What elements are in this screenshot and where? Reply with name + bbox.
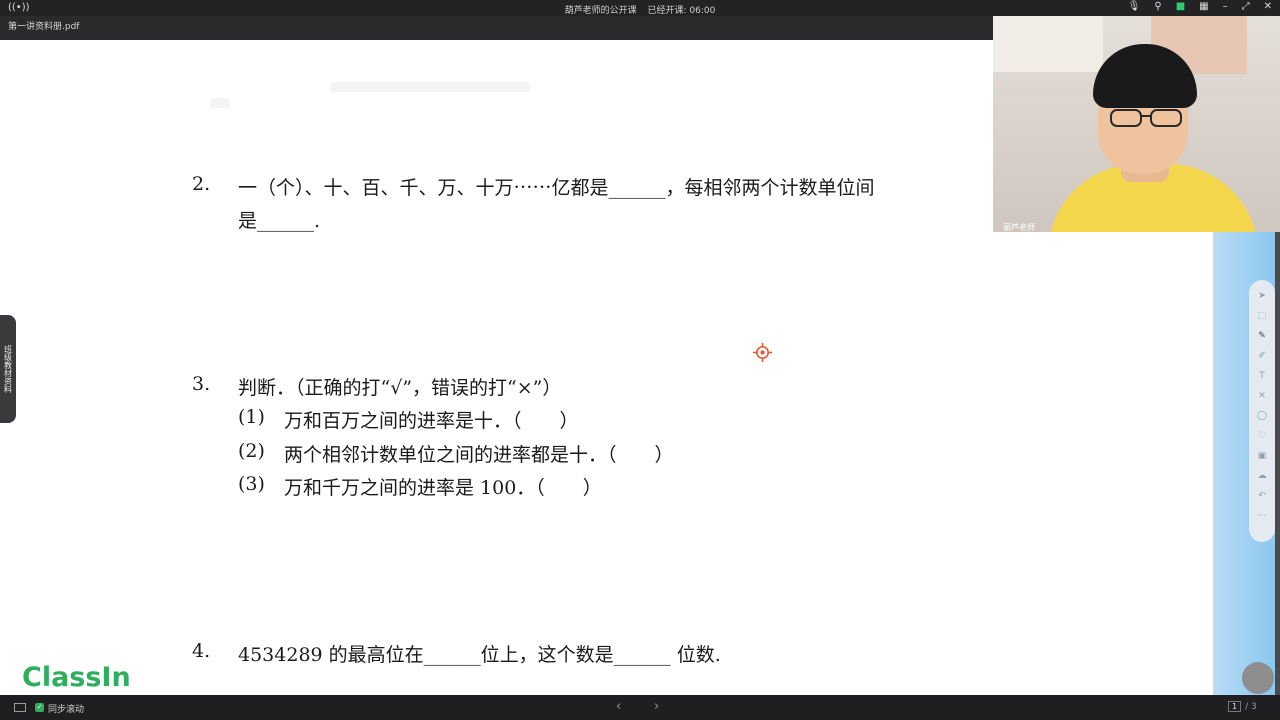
title-center: 葫芦老师的公开课 已经开课: 06:00 <box>0 3 1280 16</box>
image-icon[interactable]: ▣ <box>1254 448 1270 464</box>
q2-line2: 是______. <box>238 210 321 232</box>
whiteboard-toolbar: ➤ ⬚ ✎ ✐ T ✕ ◯ ♡ ▣ ☁ ↶ ⋯ <box>1249 280 1275 542</box>
clear-icon[interactable]: ☁ <box>1254 468 1270 484</box>
q3-number: 3. <box>192 373 211 395</box>
materials-drawer-tab[interactable]: 班级教材资料 <box>0 315 16 423</box>
floating-action-button[interactable] <box>1242 662 1274 694</box>
close-icon[interactable]: ✕ <box>1264 1 1272 12</box>
tab-file[interactable]: 第一讲资料册.pdf <box>8 19 79 32</box>
q3-item-text: 万和百万之间的进率是十．（ ） <box>284 410 579 432</box>
stamp-icon[interactable]: ♡ <box>1254 428 1270 444</box>
q4-number: 4. <box>192 640 211 662</box>
wall-poster <box>993 16 1103 72</box>
eraser-icon[interactable]: ✕ <box>1254 388 1270 404</box>
grid-view-icon[interactable]: ▦ <box>1199 1 1208 12</box>
select-icon[interactable]: ⬚ <box>1254 308 1270 324</box>
q2-line1: 一（个）、十、百、千、万、十万⋯⋯亿都是______，每相邻两个计数单位间 <box>238 177 875 199</box>
q3-item-label: (3) <box>238 473 265 495</box>
faded-mark <box>210 98 230 108</box>
pen-icon[interactable]: ✎ <box>1254 328 1270 344</box>
scrollbar-edge <box>1275 232 1280 695</box>
prev-page-button[interactable]: ‹ <box>616 699 621 714</box>
next-page-button[interactable]: › <box>654 699 659 714</box>
fullscreen-icon[interactable]: ⤢ <box>1242 1 1250 12</box>
q3-item-label: (1) <box>238 406 265 428</box>
classin-logo: ClassIn <box>22 662 131 693</box>
q2-number: 2. <box>192 173 211 195</box>
q3-item-text: 万和千万之间的进率是 100．（ ） <box>284 477 602 499</box>
current-page-input[interactable]: 1 <box>1228 701 1242 712</box>
teacher-video[interactable]: 葫芦老师 <box>993 16 1280 232</box>
document-tab-bar: 第一讲资料册.pdf <box>0 16 993 40</box>
thumbnail-view-icon[interactable] <box>14 703 26 712</box>
page-indicator: 1 / 3 <box>1228 701 1257 712</box>
glasses-icon <box>1110 109 1182 127</box>
shape-icon[interactable]: ◯ <box>1254 408 1270 424</box>
target-pointer-icon <box>753 343 772 362</box>
title-bar: ((•)) 葫芦老师的公开课 已经开课: 06:00 🎙 ⚲ ■ ▦ – ⤢ ✕ <box>0 0 1280 16</box>
headset-icon[interactable]: ⚲ <box>1154 1 1161 12</box>
minimize-icon[interactable]: – <box>1223 1 1228 12</box>
total-pages: / 3 <box>1245 701 1257 712</box>
sync-scroll-checkbox[interactable]: ✓ <box>35 703 44 712</box>
highlighter-icon[interactable]: ✐ <box>1254 348 1270 364</box>
microphone-icon[interactable]: 🎙 <box>1128 1 1141 12</box>
sync-scroll-label: 同步滚动 <box>48 705 85 715</box>
camera-icon[interactable]: ■ <box>1176 1 1185 12</box>
q3-item-label: (2) <box>238 440 265 462</box>
more-icon[interactable]: ⋯ <box>1254 508 1270 524</box>
drawer-label: 班级教材资料 <box>3 345 13 393</box>
elapsed-time: 已经开课: 06:00 <box>647 6 716 16</box>
undo-icon[interactable]: ↶ <box>1254 488 1270 504</box>
text-icon[interactable]: T <box>1254 368 1270 384</box>
pointer-icon[interactable]: ➤ <box>1254 288 1270 304</box>
q4-text: 4534289 的最高位在______位上，这个数是______ 位数. <box>238 644 721 666</box>
titlebar-controls: 🎙 ⚲ ■ ▦ – ⤢ ✕ <box>1128 1 1272 12</box>
faded-line <box>330 82 530 92</box>
q3-title: 判断．（正确的打“√”，错误的打“×”） <box>238 377 562 399</box>
meeting-title: 葫芦老师的公开课 <box>564 6 637 16</box>
bottom-bar: ✓ 同步滚动 ‹ › 1 / 3 <box>0 695 1280 720</box>
teacher-name-tag: 葫芦老师 <box>1003 223 1035 232</box>
q3-item-text: 两个相邻计数单位之间的进率都是十．（ ） <box>284 444 674 466</box>
